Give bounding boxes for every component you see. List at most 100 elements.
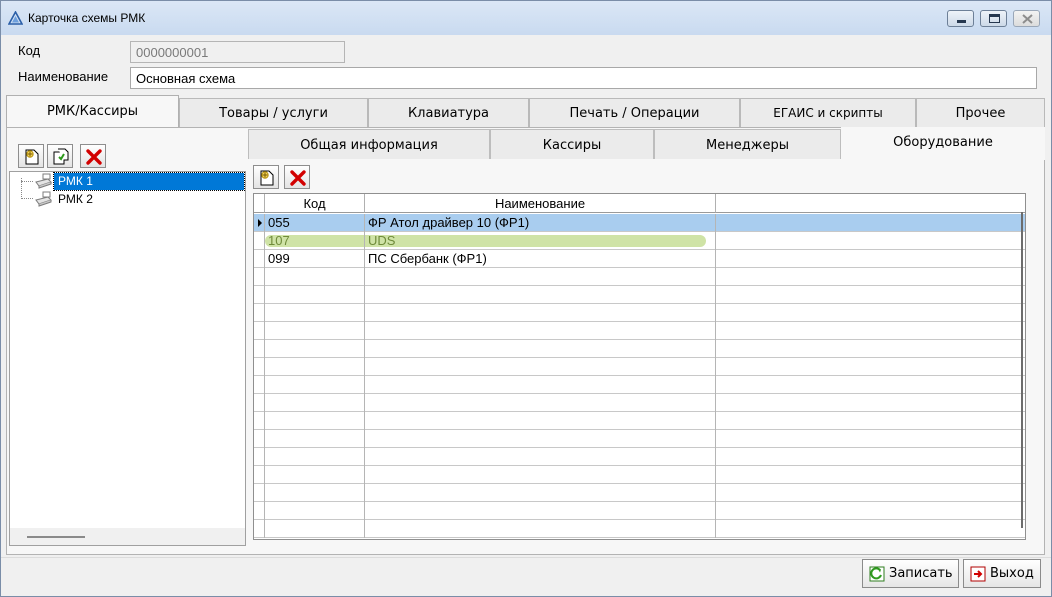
add-document-icon <box>260 170 274 186</box>
empty-table-row[interactable] <box>254 268 1025 286</box>
equipment-grid[interactable]: Код Наименование 055 ФР Атол драйвер 10 (… <box>253 193 1026 540</box>
empty-table-row[interactable] <box>254 358 1025 376</box>
cell-code[interactable]: 099 <box>265 250 365 268</box>
exit-button[interactable]: Выход <box>963 559 1041 588</box>
cell-name[interactable] <box>365 358 716 376</box>
cell-code[interactable] <box>265 286 365 304</box>
cell-code[interactable] <box>265 340 365 358</box>
cell-empty <box>716 430 1025 448</box>
cell-name[interactable] <box>365 484 716 502</box>
delete-rmk-button[interactable] <box>80 144 106 168</box>
subtab-managers[interactable]: Менеджеры <box>654 129 841 159</box>
table-row[interactable]: 055 ФР Атол драйвер 10 (ФР1) <box>254 214 1025 232</box>
add-equipment-button[interactable] <box>253 165 279 189</box>
cell-name[interactable] <box>365 322 716 340</box>
scheme-card-window: Карточка схемы РМК Код 0000000001 Наимен… <box>0 0 1052 597</box>
cell-empty <box>716 448 1025 466</box>
cell-name[interactable] <box>365 520 716 538</box>
tab-keyboard[interactable]: Клавиатура <box>368 98 529 128</box>
table-row[interactable]: 107 UDS <box>254 232 1025 250</box>
cell-code[interactable] <box>265 448 365 466</box>
cell-code[interactable] <box>265 466 365 484</box>
empty-table-row[interactable] <box>254 466 1025 484</box>
cell-empty <box>716 268 1025 286</box>
empty-table-row[interactable] <box>254 394 1025 412</box>
cell-name[interactable] <box>365 466 716 484</box>
cell-name[interactable] <box>365 502 716 520</box>
copy-rmk-button[interactable] <box>47 144 73 168</box>
add-rmk-button[interactable] <box>18 144 44 168</box>
cell-code[interactable] <box>265 358 365 376</box>
tab-print-operations[interactable]: Печать / Операции <box>529 98 740 128</box>
scrollbar-thumb[interactable] <box>1021 212 1023 528</box>
table-row[interactable]: 099 ПС Сбербанк (ФР1) <box>254 250 1025 268</box>
empty-table-row[interactable] <box>254 502 1025 520</box>
tree-item-rmk-2[interactable]: РМК 2 <box>10 191 246 209</box>
close-button[interactable] <box>1013 10 1040 27</box>
empty-table-row[interactable] <box>254 520 1025 538</box>
cell-name[interactable] <box>365 304 716 322</box>
cell-code[interactable] <box>265 376 365 394</box>
empty-table-row[interactable] <box>254 412 1025 430</box>
empty-table-row[interactable] <box>254 304 1025 322</box>
subtab-cashiers[interactable]: Кассиры <box>490 129 654 159</box>
empty-table-row[interactable] <box>254 340 1025 358</box>
cell-name[interactable]: UDS <box>365 232 716 250</box>
cell-code[interactable] <box>265 304 365 322</box>
save-button[interactable]: Записать <box>862 559 959 588</box>
cell-name[interactable]: ПС Сбербанк (ФР1) <box>365 250 716 268</box>
cell-code[interactable] <box>265 502 365 520</box>
title-bar[interactable]: Карточка схемы РМК <box>1 1 1051 35</box>
cell-empty <box>716 394 1025 412</box>
cell-name[interactable] <box>365 448 716 466</box>
tab-rmk-cashiers[interactable]: РМК/Кассиры <box>6 95 179 128</box>
empty-table-row[interactable] <box>254 448 1025 466</box>
cell-code[interactable] <box>265 520 365 538</box>
code-field[interactable]: 0000000001 <box>130 41 345 63</box>
cell-name[interactable]: ФР Атол драйвер 10 (ФР1) <box>365 214 716 232</box>
cell-name[interactable] <box>365 412 716 430</box>
empty-table-row[interactable] <box>254 286 1025 304</box>
cell-name[interactable] <box>365 430 716 448</box>
row-indicator-header <box>254 194 265 213</box>
minimize-button[interactable] <box>947 10 974 27</box>
row-indicator <box>254 484 265 502</box>
divider <box>1 557 1051 558</box>
tab-goods-services[interactable]: Товары / услуги <box>179 98 368 128</box>
subtab-general-info[interactable]: Общая информация <box>248 129 490 159</box>
cell-name[interactable] <box>365 268 716 286</box>
empty-table-row[interactable] <box>254 322 1025 340</box>
empty-table-row[interactable] <box>254 430 1025 448</box>
cell-name[interactable] <box>365 340 716 358</box>
cell-name[interactable] <box>365 394 716 412</box>
cell-code[interactable] <box>265 268 365 286</box>
row-indicator <box>254 322 265 340</box>
rmk-tree[interactable]: РМК 1 РМК 2 <box>9 171 246 546</box>
empty-table-row[interactable] <box>254 484 1025 502</box>
scrollbar-thumb[interactable] <box>27 536 85 538</box>
cell-code[interactable] <box>265 322 365 340</box>
tree-item-rmk-1[interactable]: РМК 1 <box>10 172 246 191</box>
maximize-button[interactable] <box>980 10 1007 27</box>
tab-other[interactable]: Прочее <box>916 98 1045 128</box>
cell-code[interactable] <box>265 412 365 430</box>
grid-vertical-scrollbar[interactable] <box>1015 212 1025 528</box>
row-indicator <box>254 430 265 448</box>
subtab-equipment[interactable]: Оборудование <box>841 127 1045 160</box>
cell-code[interactable]: 055 <box>265 214 365 232</box>
tab-egais-scripts[interactable]: ЕГАИС и скрипты <box>740 98 916 128</box>
cell-code[interactable] <box>265 430 365 448</box>
cell-code[interactable]: 107 <box>265 232 365 250</box>
column-header-code[interactable]: Код <box>265 194 365 213</box>
cell-code[interactable] <box>265 484 365 502</box>
cell-code[interactable] <box>265 394 365 412</box>
cell-name[interactable] <box>365 286 716 304</box>
column-header-name[interactable]: Наименование <box>365 194 716 213</box>
tree-horizontal-scrollbar[interactable] <box>10 528 245 545</box>
empty-table-row[interactable] <box>254 376 1025 394</box>
exit-icon <box>970 566 986 582</box>
name-field[interactable]: Основная схема <box>130 67 1037 89</box>
cell-name[interactable] <box>365 376 716 394</box>
save-icon <box>869 566 885 582</box>
delete-equipment-button[interactable] <box>284 165 310 189</box>
